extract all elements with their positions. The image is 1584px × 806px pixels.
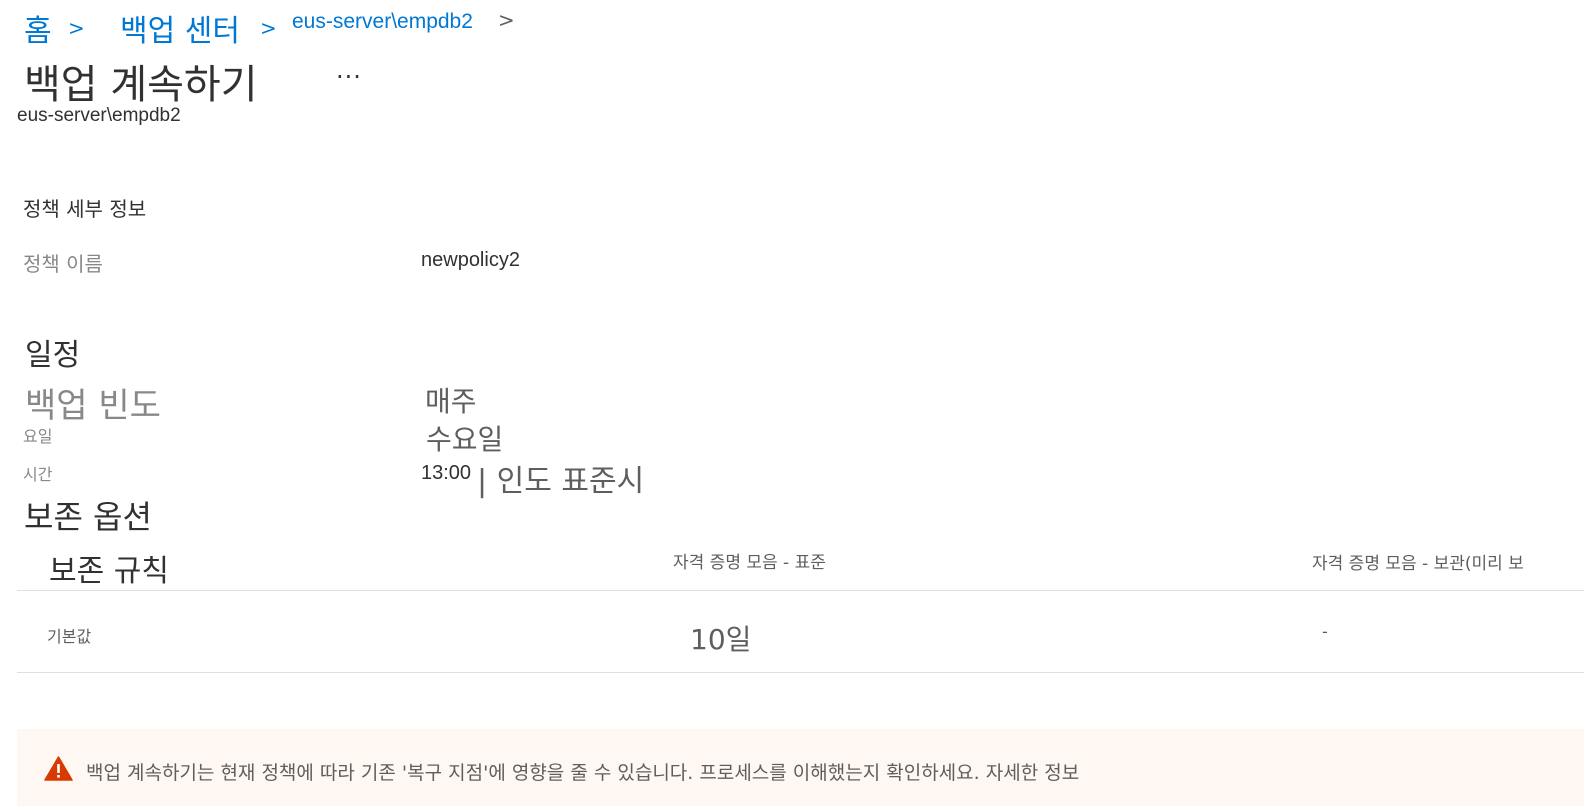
breadcrumb-home-link[interactable]: 홈 xyxy=(24,6,52,50)
table-divider xyxy=(17,590,1584,591)
time-value: 13:00 xyxy=(421,462,472,484)
breadcrumb-separator: > xyxy=(68,16,85,40)
breadcrumb-server-link[interactable]: eus-server\empdb2 xyxy=(292,10,473,34)
warning-text: 백업 계속하기는 현재 정책에 따라 기존 '복구 지점'에 영향을 줄 수 있… xyxy=(86,758,1079,785)
page-title: 백업 계속하기 xyxy=(24,62,258,108)
timezone-value: | 인도 표준시 xyxy=(477,464,645,499)
table-divider xyxy=(17,672,1584,673)
chevron-right-icon: > xyxy=(498,8,515,32)
more-options-button[interactable]: ... xyxy=(336,56,362,84)
cell-vault-archive: - xyxy=(1322,622,1328,641)
column-header-vault-archive: 자격 증명 모음 - 보관(미리 보 xyxy=(1312,554,1524,574)
page-subtitle: eus-server\empdb2 xyxy=(17,105,181,126)
warning-triangle-icon xyxy=(44,756,73,781)
learn-more-link[interactable]: 자세한 정보 xyxy=(986,762,1079,784)
day-label: 요일 xyxy=(23,427,53,446)
backup-frequency-value: 매주 xyxy=(425,385,477,418)
backup-frequency-label: 백업 빈도 xyxy=(25,386,161,426)
schedule-heading: 일정 xyxy=(25,338,81,373)
policy-name-value: newpolicy2 xyxy=(421,249,520,271)
column-header-vault-standard: 자격 증명 모음 - 표준 xyxy=(673,553,826,573)
cell-vault-standard: 10일 xyxy=(690,623,752,656)
page: 홈 > 백업 센터 > eus-server\empdb2 > 백업 계속하기 … xyxy=(0,0,1584,806)
cell-retention-rule: 기본값 xyxy=(47,627,92,646)
policy-details-heading: 정책 세부 정보 xyxy=(23,197,147,221)
time-label: 시간 xyxy=(23,465,53,484)
breadcrumb-separator: > xyxy=(260,16,277,40)
day-value: 수요일 xyxy=(426,423,504,456)
breadcrumb-backup-center-link[interactable]: 백업 센터 xyxy=(120,6,240,50)
warning-message-bar: 백업 계속하기는 현재 정책에 따라 기존 '복구 지점'에 영향을 줄 수 있… xyxy=(17,729,1584,806)
retention-options-heading: 보존 옵션 xyxy=(24,498,152,536)
column-header-retention-rule: 보존 규칙 xyxy=(49,554,169,589)
warning-message: 백업 계속하기는 현재 정책에 따라 기존 '복구 지점'에 영향을 줄 수 있… xyxy=(86,762,980,784)
policy-name-label: 정책 이름 xyxy=(23,252,103,276)
